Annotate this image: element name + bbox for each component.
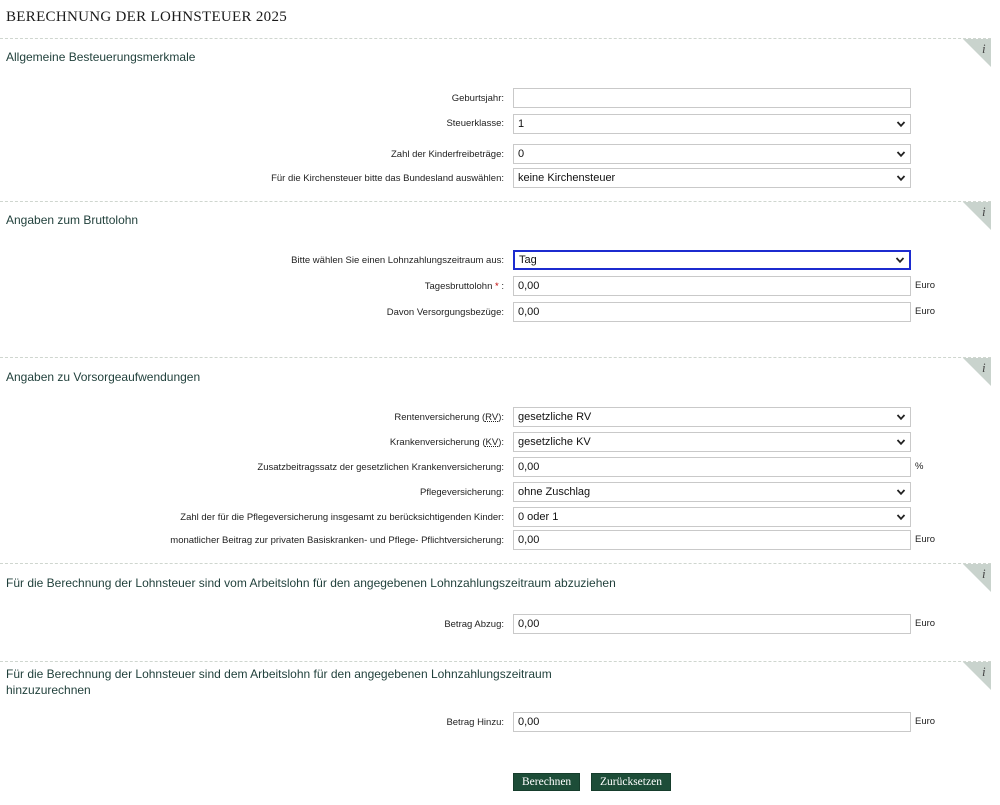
betrag-abzug-input[interactable] [513, 614, 911, 634]
zusatzbeitrag-unit: % [915, 461, 924, 472]
pflege-kinder-value: 0 oder 1 [518, 511, 559, 523]
kinderfreibetraege-select[interactable]: 0 [513, 144, 911, 164]
info-icon[interactable]: i [963, 202, 991, 230]
tagesbrutto-label: Tagesbruttolohn * : [424, 281, 504, 292]
chevron-down-icon [896, 414, 906, 421]
steuerklasse-label: Steuerklasse: [446, 118, 504, 129]
chevron-down-icon [896, 151, 906, 158]
basis-beitrag-label: monatlicher Beitrag zur privaten Basiskr… [170, 535, 504, 546]
svg-text:i: i [982, 204, 986, 219]
zeitraum-label: Bitte wählen Sie einen Lohnzahlungszeitr… [291, 255, 504, 266]
info-icon[interactable]: i [963, 39, 991, 67]
versorgungsbezuege-label: Davon Versorgungsbezüge: [386, 307, 504, 318]
pflege-select[interactable]: ohne Zuschlag [513, 482, 911, 502]
page-title: BERECHNUNG DER LOHNSTEUER 2025 [6, 9, 288, 25]
zuruecksetzen-button[interactable]: Zurücksetzen [591, 773, 671, 791]
tagesbrutto-unit: Euro [915, 280, 936, 291]
versorgungsbezuege-input[interactable] [513, 302, 911, 322]
kirchensteuer-label: Für die Kirchensteuer bitte das Bundesla… [271, 173, 504, 184]
betrag-abzug-label: Betrag Abzug: [444, 619, 504, 630]
betrag-hinzu-unit: Euro [915, 716, 936, 727]
chevron-down-icon [896, 514, 906, 521]
section-title: Allgemeine Besteuerungsmerkmale [6, 50, 196, 64]
geburtsjahr-input[interactable] [513, 88, 911, 108]
info-icon[interactable]: i [963, 662, 991, 690]
kinderfreibetraege-label: Zahl der Kinderfreibeträge: [390, 149, 504, 160]
kirchensteuer-select[interactable]: keine Kirchensteuer [513, 168, 911, 188]
required-marker: * [495, 281, 499, 292]
info-icon[interactable]: i [963, 358, 991, 386]
chevron-down-icon [896, 439, 906, 446]
zeitraum-value: Tag [519, 254, 537, 266]
section-title: Für die Berechnung der Lohnsteuer sind v… [6, 576, 616, 590]
zusatzbeitrag-input[interactable] [513, 457, 911, 477]
steuerklasse-value: 1 [518, 118, 525, 130]
kv-select[interactable]: gesetzliche KV [513, 432, 911, 452]
chevron-down-icon [896, 175, 906, 182]
betrag-hinzu-input[interactable] [513, 712, 911, 732]
kirchensteuer-value: keine Kirchensteuer [518, 172, 616, 184]
section-title: Für die Berechnung der Lohnsteuer sind d… [6, 667, 552, 697]
basis-beitrag-input[interactable] [513, 530, 911, 550]
tagesbrutto-input[interactable] [513, 276, 911, 296]
chevron-down-icon [895, 257, 905, 264]
kv-value: gesetzliche KV [518, 436, 591, 448]
zeitraum-select[interactable]: Tag [513, 250, 911, 270]
rv-value: gesetzliche RV [518, 411, 592, 423]
versorgungsbezuege-unit: Euro [915, 306, 936, 317]
chevron-down-icon [896, 121, 906, 128]
berechnen-button[interactable]: Berechnen [513, 773, 581, 791]
pflege-value: ohne Zuschlag [518, 486, 591, 498]
pflege-kinder-label: Zahl der für die Pflegeversicherung insg… [180, 512, 504, 523]
svg-text:i: i [982, 360, 986, 375]
steuerklasse-select[interactable]: 1 [513, 114, 911, 134]
kinderfreibetraege-value: 0 [518, 148, 525, 160]
kv-label: Krankenversicherung (KV): [389, 437, 504, 448]
chevron-down-icon [896, 489, 906, 496]
basis-beitrag-unit: Euro [915, 534, 936, 545]
pflege-kinder-select[interactable]: 0 oder 1 [513, 507, 911, 527]
geburtsjahr-label: Geburtsjahr: [451, 93, 504, 104]
svg-text:i: i [982, 41, 986, 56]
zusatzbeitrag-label: Zusatzbeitragssatz der gesetzlichen Kran… [257, 462, 504, 473]
section-title: Angaben zu Vorsorgeaufwendungen [6, 370, 201, 384]
info-icon[interactable]: i [963, 564, 991, 592]
rv-label: Rentenversicherung (RV): [394, 412, 504, 423]
rv-select[interactable]: gesetzliche RV [513, 407, 911, 427]
svg-text:i: i [982, 566, 986, 581]
section-title: Angaben zum Bruttolohn [6, 213, 139, 227]
betrag-hinzu-label: Betrag Hinzu: [446, 717, 504, 728]
section-abzug: Für die Berechnung der Lohnsteuer sind v… [0, 563, 991, 659]
betrag-abzug-unit: Euro [915, 618, 936, 629]
pflege-label: Pflegeversicherung: [420, 487, 504, 498]
svg-text:i: i [982, 664, 986, 679]
